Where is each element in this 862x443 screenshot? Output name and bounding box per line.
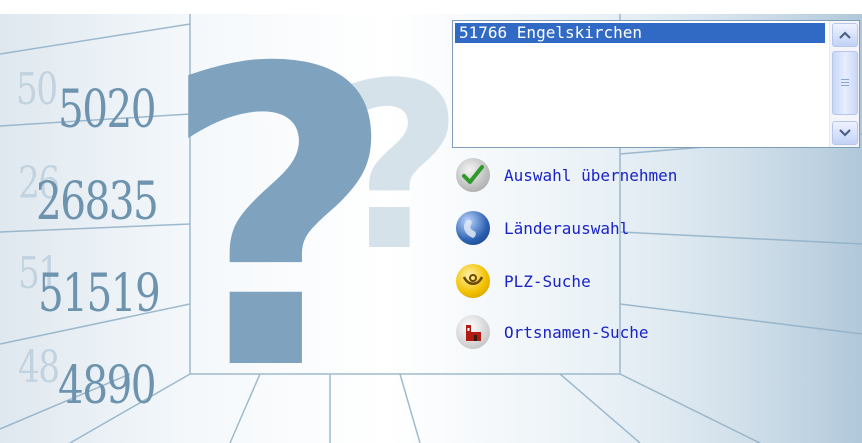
place-name-search-label: Ortsnamen-Suche <box>504 322 649 342</box>
town-church-icon <box>456 315 490 349</box>
background-number-4: 4890 <box>58 356 157 416</box>
checkmark-icon <box>456 158 490 192</box>
question-mark: ? <box>160 14 398 443</box>
list-item-selected[interactable]: 51766 Engelskirchen <box>455 23 825 43</box>
country-selection-button[interactable]: Länderauswahl <box>456 210 629 246</box>
chevron-down-icon <box>839 129 851 137</box>
accept-selection-button[interactable]: Auswahl übernehmen <box>456 157 677 193</box>
postcode-search-button[interactable]: PLZ-Suche <box>456 263 591 299</box>
scroll-down-button[interactable] <box>832 121 858 145</box>
ghost-number-1: 50 <box>16 64 58 115</box>
ghost-number-4: 48 <box>18 342 60 393</box>
postcode-search-label: PLZ-Suche <box>504 271 591 291</box>
place-name-search-button[interactable]: Ortsnamen-Suche <box>456 314 649 350</box>
scroll-up-button[interactable] <box>832 23 858 47</box>
background-number-3: 51519 <box>38 264 161 324</box>
background-number-1: 5020 <box>58 80 157 140</box>
background-number-2: 26835 <box>36 172 159 232</box>
chevron-up-icon <box>839 31 851 39</box>
accept-selection-label: Auswahl übernehmen <box>504 165 678 185</box>
scroll-thumb[interactable] <box>832 51 858 115</box>
place-listbox[interactable]: 51766 Engelskirchen <box>452 20 860 148</box>
post-horn-icon <box>456 264 490 298</box>
listbox-scrollbar[interactable] <box>829 21 859 147</box>
grip-icon <box>841 78 849 88</box>
globe-icon <box>456 211 490 245</box>
country-selection-label: Länderauswahl <box>504 218 630 238</box>
